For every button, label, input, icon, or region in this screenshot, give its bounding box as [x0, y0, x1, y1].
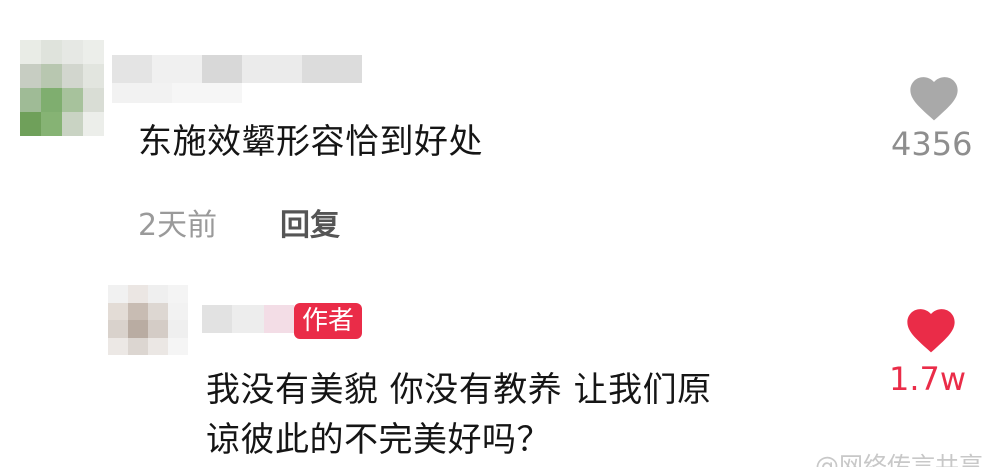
username-blur: [112, 83, 242, 103]
comment-time: 2天前: [138, 208, 218, 243]
comment-text: 我没有美貌 你没有教养 让我们原: [206, 370, 712, 410]
watermark: @网络传言共享: [815, 452, 983, 467]
author-badge: 作者: [294, 303, 363, 339]
username[interactable]: [112, 55, 362, 83]
comment-text: 东施效颦形容恰到好处: [138, 122, 483, 162]
username[interactable]: [202, 305, 294, 333]
like-count: 4356: [891, 125, 973, 163]
avatar[interactable]: [20, 40, 104, 136]
reply-button[interactable]: 回复: [280, 200, 340, 244]
avatar[interactable]: [108, 285, 188, 355]
heart-icon[interactable]: [905, 70, 963, 122]
like-count: 1.7w: [889, 360, 967, 398]
heart-icon[interactable]: [902, 302, 960, 354]
comment-text: 谅彼此的不完美好吗？: [206, 420, 551, 460]
